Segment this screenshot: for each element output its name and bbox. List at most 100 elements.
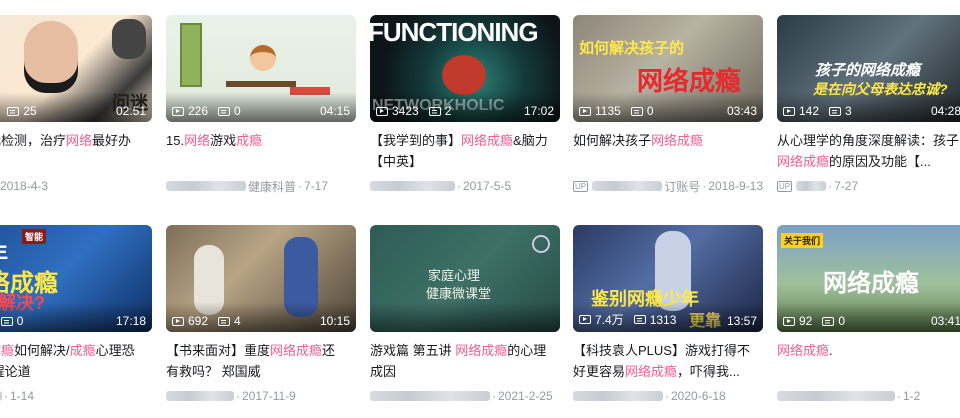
video-meta: · 2017-5-5: [370, 177, 560, 195]
video-card[interactable]: 网络成瘾 关于我们 92 0 03:41 网络成瘾. · 1-2: [777, 225, 960, 405]
separator: ·: [702, 179, 707, 193]
upload-date: 2020-6-18: [671, 389, 726, 403]
video-title[interactable]: 游戏篇 第五讲 网络成瘾的心理成因: [370, 340, 552, 382]
video-meta: 健康科普 · 7-17: [166, 177, 356, 195]
keyword-highlight: 网络: [66, 133, 93, 148]
video-card[interactable]: 692 4 10:15 【书来面对】重度网络成瘾还有救吗？ 郑国威 · 2017-11…: [166, 225, 356, 405]
play-count-icon: [579, 315, 591, 324]
danmaku-count: 0: [16, 314, 24, 328]
upload-date: 2018-4-3: [0, 179, 49, 193]
thumb-logo: 智能: [22, 229, 47, 244]
thumb-caption: 网络成瘾: [823, 270, 919, 297]
danmaku-count: 2: [444, 104, 452, 118]
uploader-name[interactable]: 订账号: [664, 178, 700, 195]
video-stats: 226 0: [172, 104, 247, 118]
separator: ·: [897, 389, 901, 403]
title-text: 游戏: [210, 133, 237, 148]
video-card[interactable]: 226 0 04:15 15.网络游戏成瘾 健康科普 · 7-17: [166, 15, 356, 195]
video-meta: · 2020-6-18: [573, 387, 763, 405]
danmaku-count: 0: [234, 104, 241, 118]
view-count: 92: [799, 314, 813, 328]
video-meta: · 2021-2-25: [370, 387, 560, 405]
separator: ·: [492, 389, 496, 403]
video-thumbnail[interactable]: 网络成瘾 关于我们 92 0 03:41: [777, 225, 960, 332]
video-title[interactable]: 15.网络游戏成瘾: [166, 130, 348, 172]
video-title[interactable]: 瘾自我检测，治疗网络最好办法?: [0, 130, 144, 172]
video-title[interactable]: 如何解决孩子网络成瘾: [573, 130, 755, 172]
video-card[interactable]: 如何解决孩子的 网络成瘾 1135 0 03:43 如何解决孩子网络成瘾 UP 订账号 · 2…: [573, 15, 763, 195]
title-text: 如何解决/: [14, 343, 70, 358]
video-duration: 02:51: [115, 104, 146, 118]
uploader-name-blurred[interactable]: [573, 391, 663, 401]
thumb-portrait: [112, 19, 146, 59]
thumb-caption: 健康微课堂: [426, 286, 492, 301]
uploader-name[interactable]: 健康科普: [248, 178, 296, 195]
video-card[interactable]: 孩子的网络成瘾 是在向父母表达忠诚? 142 3 04:28 从心理学的角度深度解读：孩子…: [777, 15, 960, 195]
video-meta: UP · 7-27: [777, 177, 960, 195]
danmaku-icon: [0, 316, 13, 326]
thumb-desk: [226, 81, 296, 87]
video-meta: · 1-2: [777, 387, 960, 405]
video-title[interactable]: 【我学到的事】网络成瘾&脑力【中英】: [370, 130, 552, 172]
title-text: 的原因及功能【...: [829, 154, 931, 169]
view-count: 692: [188, 314, 209, 328]
video-stats: 92 0: [783, 314, 851, 328]
video-title[interactable]: 【书来面对】重度网络成瘾还有救吗？ 郑国威: [166, 340, 348, 382]
video-stats: 4325: [0, 104, 43, 118]
video-meta: · 1-14: [0, 387, 152, 405]
separator: ·: [457, 179, 461, 193]
video-title[interactable]: 网络成瘾如何解决/成瘾心理恐惧/觉醒论道: [0, 340, 144, 382]
video-title[interactable]: 【科技袁人PLUS】游戏打得不好更容易网络成瘾，吓得我...: [573, 340, 755, 382]
uploader-name-blurred[interactable]: [777, 391, 895, 401]
video-thumbnail[interactable]: 鉴别网瘾少年更靠7.4万131313:57: [573, 225, 763, 332]
keyword-highlight: 网络成瘾: [270, 343, 323, 358]
video-thumbnail[interactable]: 家庭心理 健康微课堂: [370, 225, 560, 332]
view-count: 226: [188, 104, 209, 118]
uploader-name-blurred[interactable]: [592, 181, 663, 191]
video-card[interactable]: 家庭心理 健康微课堂游戏篇 第五讲 网络成瘾的心理成因 · 2021-2-25: [370, 225, 560, 405]
video-card[interactable]: FUNCTIONINGNETWORKHOLIC3423217:02【我学到的事】…: [370, 15, 560, 195]
uploader-name-blurred[interactable]: [166, 391, 234, 401]
play-overlay-icon[interactable]: [532, 235, 550, 253]
uploader-name-blurred[interactable]: [0, 391, 2, 401]
separator: ·: [236, 389, 240, 403]
video-thumbnail[interactable]: 少年网络成瘾如何解决?智能0017:18: [0, 225, 152, 332]
video-thumbnail[interactable]: 孩子的网络成瘾 是在向父母表达忠诚? 142 3 04:28: [777, 15, 960, 122]
thumb-person: [250, 45, 276, 71]
title-text: 【书来面对】重度: [166, 343, 271, 358]
play-count-icon: [783, 106, 795, 116]
danmaku-icon: [822, 316, 835, 326]
title-text: 15.: [166, 133, 185, 148]
video-thumbnail[interactable]: 692 4 10:15: [166, 225, 356, 332]
uploader-name-blurred[interactable]: [370, 391, 490, 401]
video-thumbnail[interactable]: 如何解决孩子的 网络成瘾 1135 0 03:43: [573, 15, 763, 122]
video-thumbnail[interactable]: 226 0 04:15: [166, 15, 356, 122]
video-stats: 7.4万 1313: [579, 311, 682, 328]
video-thumbnail[interactable]: 重问迷432502:51: [0, 15, 152, 122]
danmaku-count: 3: [845, 104, 852, 118]
play-count-icon: [172, 106, 184, 116]
video-stats: 142 3: [783, 104, 858, 118]
view-count: 7.4万: [595, 313, 624, 327]
uploader-name-blurred[interactable]: [796, 181, 827, 191]
video-thumbnail[interactable]: FUNCTIONINGNETWORKHOLIC3423217:02: [370, 15, 560, 122]
separator: ·: [665, 389, 669, 403]
view-count: 142: [799, 104, 820, 118]
video-duration: 04:28: [930, 104, 960, 118]
video-title[interactable]: 从心理学的角度深度解读：孩子网络成瘾的原因及功能【...: [777, 130, 959, 172]
uploader-icon: UP: [573, 180, 589, 192]
video-card[interactable]: 鉴别网瘾少年更靠7.4万131313:57 【科技袁人PLUS】游戏打得不好更容易…: [573, 225, 763, 405]
uploader-name-blurred[interactable]: [166, 181, 246, 191]
video-card[interactable]: 重问迷432502:51瘾自我检测，治疗网络最好办法? · 2018-4-3: [0, 15, 152, 195]
view-count: 3423: [392, 104, 419, 118]
video-duration: 10:15: [319, 314, 350, 328]
video-title[interactable]: 网络成瘾.: [777, 340, 959, 382]
title-text: 如何解决孩子: [573, 133, 652, 148]
keyword-highlight: 网络成瘾: [625, 364, 678, 379]
view-count: 1135: [595, 104, 621, 118]
thumb-brain: [442, 55, 486, 95]
thumbnail-shade: [370, 302, 560, 332]
danmaku-icon: [218, 316, 231, 326]
uploader-name-blurred[interactable]: [370, 181, 455, 191]
video-card[interactable]: 少年网络成瘾如何解决?智能0017:18网络成瘾如何解决/成瘾心理恐惧/觉醒论道…: [0, 225, 152, 405]
